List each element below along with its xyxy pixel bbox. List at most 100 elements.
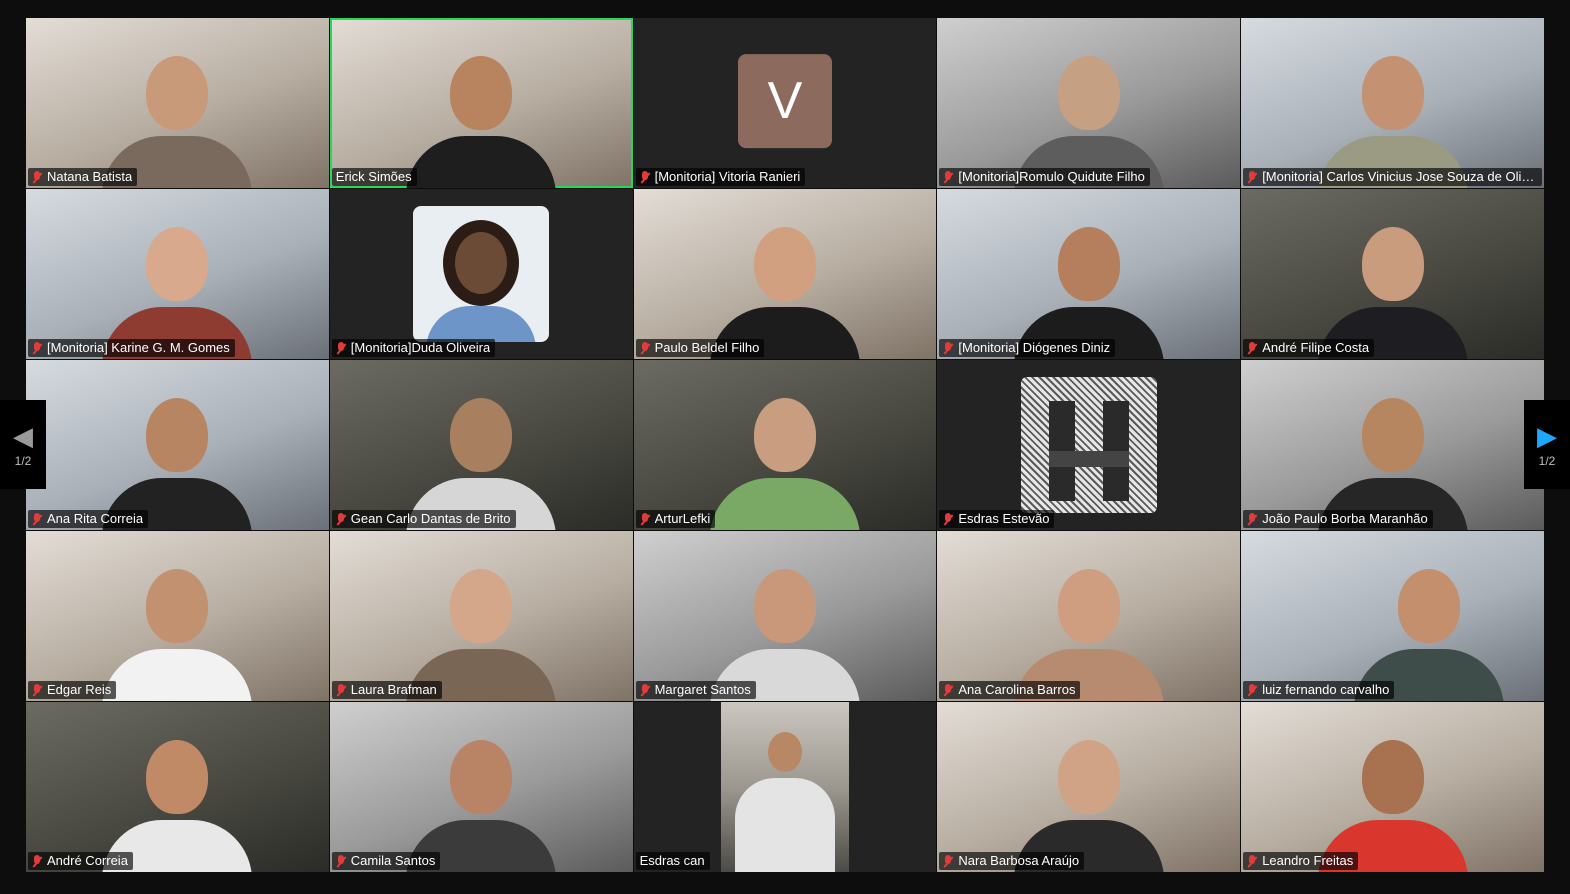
avatar bbox=[1020, 377, 1157, 513]
mic-muted-icon bbox=[32, 854, 42, 868]
participant-name: [Monitoria]Romulo Quidute Filho bbox=[958, 169, 1145, 184]
participant-name-tag: André Filipe Costa bbox=[1243, 339, 1375, 357]
participant-tile[interactable]: [Monitoria]Duda Oliveira bbox=[329, 189, 633, 359]
participant-name-tag: Edgar Reis bbox=[28, 681, 117, 699]
participant-name: Margaret Santos bbox=[654, 682, 751, 697]
participant-name: Camila Santos bbox=[350, 853, 436, 868]
participant-video bbox=[406, 551, 557, 701]
participant-name-tag: Margaret Santos bbox=[635, 681, 756, 699]
participant-name: Ana Carolina Barros bbox=[958, 682, 1076, 697]
participant-tile[interactable]: Margaret Santos bbox=[633, 531, 937, 701]
participant-name-tag: Gean Carlo Dantas de Brito bbox=[331, 510, 516, 528]
mic-muted-icon bbox=[943, 512, 953, 526]
participant-video bbox=[102, 38, 253, 188]
participant-video bbox=[1013, 551, 1164, 701]
participant-name-tag: Ana Rita Correia bbox=[28, 510, 149, 528]
mic-muted-icon bbox=[32, 512, 42, 526]
participant-video bbox=[102, 380, 253, 530]
mic-muted-icon bbox=[1247, 683, 1257, 697]
arrow-left-icon: ◀ bbox=[13, 420, 33, 451]
participant-tile[interactable]: João Paulo Borba Maranhão bbox=[1241, 360, 1544, 530]
participant-name-tag: Leandro Freitas bbox=[1243, 852, 1359, 870]
participant-video bbox=[720, 702, 849, 872]
participant-video bbox=[1013, 38, 1164, 188]
participant-name: André Filipe Costa bbox=[1262, 340, 1370, 355]
participant-video bbox=[1353, 551, 1504, 701]
mic-muted-icon bbox=[1247, 512, 1257, 526]
participant-tile[interactable]: Laura Brafman bbox=[329, 531, 633, 701]
participant-name-tag: ArturLefki bbox=[635, 510, 716, 528]
participant-tile[interactable]: [Monitoria]Romulo Quidute Filho bbox=[937, 18, 1241, 188]
participant-tile[interactable]: Gean Carlo Dantas de Brito bbox=[329, 360, 633, 530]
participant-tile[interactable]: V [Monitoria] Vitoria Ranieri bbox=[633, 18, 937, 188]
participant-video bbox=[709, 380, 860, 530]
participant-tile[interactable]: [Monitoria] Diógenes Diniz bbox=[937, 189, 1241, 359]
avatar bbox=[413, 206, 550, 342]
participant-name-tag: Laura Brafman bbox=[331, 681, 442, 699]
mic-muted-icon bbox=[336, 512, 346, 526]
participant-video bbox=[1317, 722, 1468, 872]
mic-muted-icon bbox=[943, 854, 953, 868]
participant-name-tag: Paulo Beldel Filho bbox=[635, 339, 765, 357]
video-gallery-grid: Natana Batista Erick Simões V [Monitoria… bbox=[26, 18, 1544, 872]
mic-muted-icon bbox=[32, 683, 42, 697]
participant-tile[interactable]: Natana Batista bbox=[26, 18, 329, 188]
participant-name: [Monitoria]Duda Oliveira bbox=[350, 340, 491, 355]
participant-tile[interactable]: luiz fernando carvalho bbox=[1241, 531, 1544, 701]
participant-video bbox=[1317, 380, 1468, 530]
avatar: V bbox=[737, 54, 832, 149]
participant-tile[interactable]: [Monitoria] Carlos Vinicius Jose Souza d… bbox=[1241, 18, 1544, 188]
mic-muted-icon bbox=[336, 854, 346, 868]
participant-tile[interactable]: Edgar Reis bbox=[26, 531, 329, 701]
participant-name: Ana Rita Correia bbox=[47, 511, 144, 526]
participant-name-tag: Camila Santos bbox=[331, 852, 441, 870]
mic-muted-icon bbox=[1247, 341, 1257, 355]
participant-video bbox=[406, 722, 557, 872]
page-indicator: 1/2 bbox=[14, 453, 32, 468]
participant-tile[interactable]: Leandro Freitas bbox=[1241, 702, 1544, 872]
participant-tile[interactable]: Esdras can bbox=[633, 702, 937, 872]
participant-name: [Monitoria] Carlos Vinicius Jose Souza d… bbox=[1262, 169, 1538, 184]
participant-name: ArturLefki bbox=[654, 511, 711, 526]
next-page-button[interactable]: ▶ 1/2 bbox=[1524, 400, 1570, 489]
participant-name: Leandro Freitas bbox=[1262, 853, 1354, 868]
participant-video bbox=[709, 551, 860, 701]
participant-name-tag: Ana Carolina Barros bbox=[939, 681, 1081, 699]
participant-video bbox=[102, 722, 253, 872]
previous-page-button[interactable]: ◀ 1/2 bbox=[0, 400, 46, 489]
participant-name: [Monitoria] Diógenes Diniz bbox=[958, 340, 1111, 355]
participant-name: Paulo Beldel Filho bbox=[654, 340, 760, 355]
page-indicator: 1/2 bbox=[1538, 453, 1556, 468]
participant-tile[interactable]: Camila Santos bbox=[329, 702, 633, 872]
participant-name: Esdras Estevão bbox=[958, 511, 1050, 526]
participant-video bbox=[1317, 38, 1468, 188]
mic-muted-icon bbox=[640, 512, 650, 526]
mic-muted-icon bbox=[32, 170, 42, 184]
participant-tile[interactable]: ArturLefki bbox=[633, 360, 937, 530]
mic-muted-icon bbox=[1247, 170, 1257, 184]
participant-name: luiz fernando carvalho bbox=[1262, 682, 1390, 697]
participant-name-tag: luiz fernando carvalho bbox=[1243, 681, 1395, 699]
participant-name-tag: [Monitoria] Carlos Vinicius Jose Souza d… bbox=[1243, 168, 1543, 186]
participant-video bbox=[406, 38, 557, 188]
participant-tile[interactable]: Paulo Beldel Filho bbox=[633, 189, 937, 359]
participant-tile[interactable]: André Correia bbox=[26, 702, 329, 872]
participant-tile[interactable]: Esdras Estevão bbox=[937, 360, 1241, 530]
participant-name-tag: [Monitoria] Karine G. M. Gomes bbox=[28, 339, 235, 357]
participant-tile[interactable]: André Filipe Costa bbox=[1241, 189, 1544, 359]
participant-tile-active-speaker[interactable]: Erick Simões bbox=[329, 18, 633, 188]
participant-name-tag: João Paulo Borba Maranhão bbox=[1243, 510, 1433, 528]
participant-video bbox=[102, 209, 253, 359]
participant-name: [Monitoria] Karine G. M. Gomes bbox=[47, 340, 230, 355]
participant-name: João Paulo Borba Maranhão bbox=[1262, 511, 1428, 526]
mic-muted-icon bbox=[640, 341, 650, 355]
participant-name-tag: [Monitoria] Vitoria Ranieri bbox=[635, 168, 806, 186]
participant-tile[interactable]: Ana Rita Correia bbox=[26, 360, 329, 530]
participant-tile[interactable]: Nara Barbosa Araújo bbox=[937, 702, 1241, 872]
mic-muted-icon bbox=[943, 341, 953, 355]
participant-video bbox=[1317, 209, 1468, 359]
participant-name: Gean Carlo Dantas de Brito bbox=[350, 511, 511, 526]
participant-tile[interactable]: Ana Carolina Barros bbox=[937, 531, 1241, 701]
mic-muted-icon bbox=[32, 341, 42, 355]
participant-tile[interactable]: [Monitoria] Karine G. M. Gomes bbox=[26, 189, 329, 359]
